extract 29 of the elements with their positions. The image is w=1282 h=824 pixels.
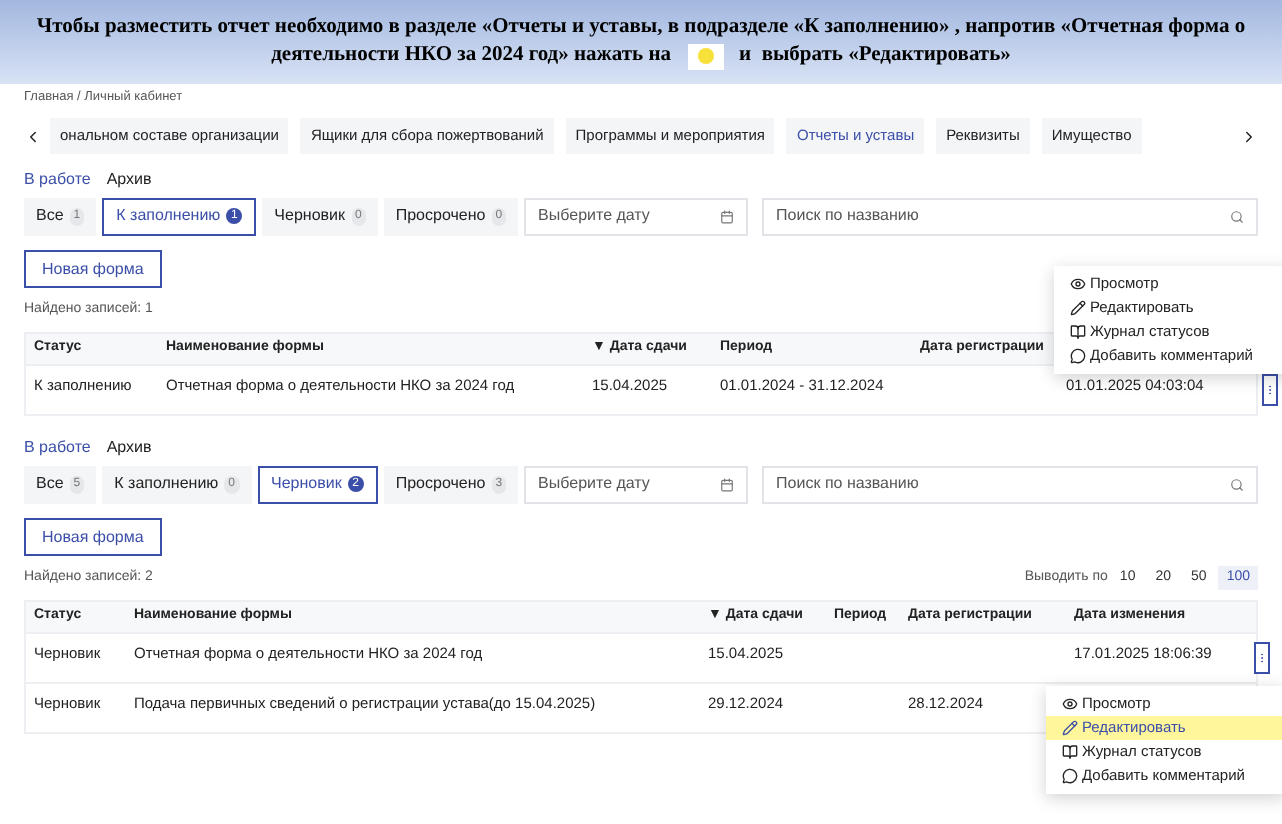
eye-icon	[1070, 276, 1086, 292]
pencil-icon	[1070, 300, 1086, 316]
comment-icon	[1062, 768, 1078, 784]
new-form-button[interactable]: Новая форма	[24, 518, 162, 556]
subtab[interactable]: В работе	[24, 168, 91, 192]
book-icon	[1062, 744, 1078, 760]
book-icon	[1070, 324, 1086, 340]
row-actions-button[interactable]	[1254, 642, 1270, 674]
chevron-right-icon[interactable]	[1240, 127, 1258, 145]
search-icon	[1230, 209, 1244, 223]
instruction-text: и выбрать «Редактировать»	[739, 42, 1011, 70]
date-field[interactable]: Выберите дату	[524, 465, 749, 503]
instruction-text: деятельности НКО за 2024 год» нажать на	[271, 42, 672, 70]
chevron-left-icon[interactable]	[24, 127, 42, 145]
search-field[interactable]: Поиск по названию	[762, 465, 1258, 503]
date-field[interactable]: Выберите дату	[524, 197, 749, 235]
calendar-icon	[720, 477, 735, 491]
row-actions-button[interactable]	[1262, 374, 1278, 406]
instruction-text: Чтобы разместить отчет необходимо в разделе «Отчеты и уставы, в подразделе «К заполнению» , напротив «Отчетная форма о	[36, 14, 1246, 42]
subtab[interactable]: Архив	[106, 168, 152, 192]
comment-icon	[1070, 348, 1086, 364]
subtab[interactable]: В работе	[24, 436, 91, 460]
new-form-button[interactable]: Новая форма	[24, 250, 162, 288]
calendar-icon	[720, 209, 735, 223]
subtab[interactable]: Архив	[106, 436, 152, 460]
eye-icon	[1062, 696, 1078, 712]
search-icon	[1230, 477, 1244, 491]
search-field[interactable]: Поиск по названию	[762, 197, 1258, 235]
pencil-icon	[1062, 720, 1078, 736]
